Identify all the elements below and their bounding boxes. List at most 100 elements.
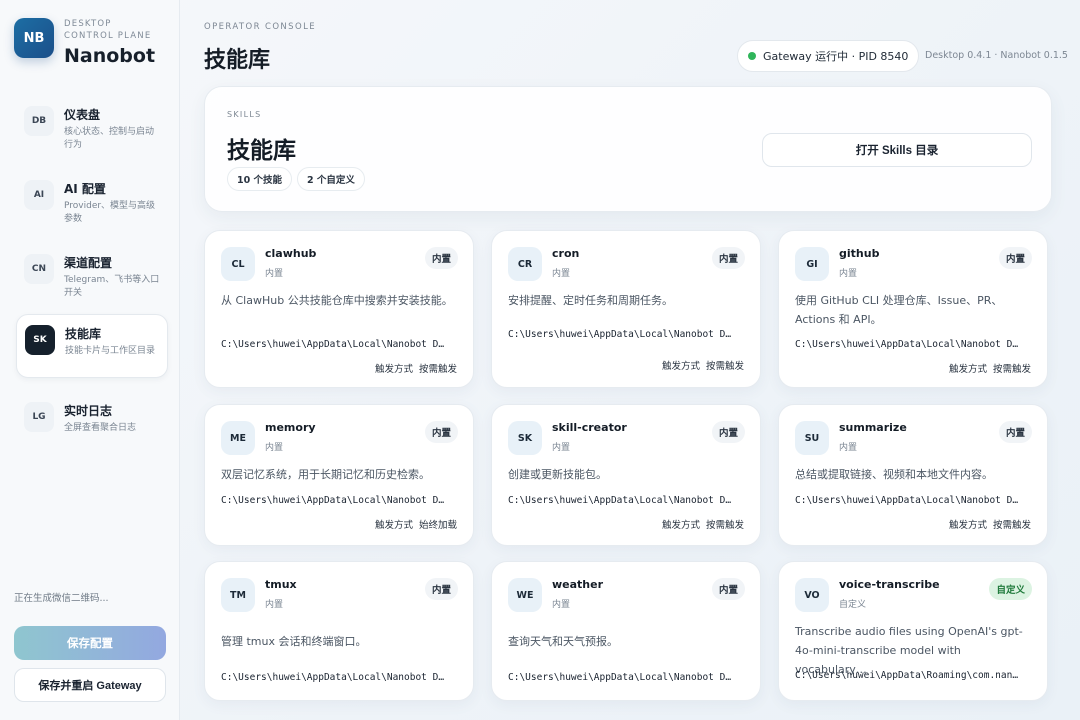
skill-icon: CR (508, 247, 542, 281)
skill-trigger: 触发方式 按需触发 (374, 364, 457, 375)
skill-description: 管理 tmux 会话和终端窗口。 (221, 635, 367, 648)
skill-description: 查询天气和天气预报。 (508, 635, 618, 648)
channel-icon: CN (24, 254, 54, 284)
skill-path: C:\Users\huwei\AppData\Local\Nanobot D… (508, 672, 732, 683)
skill-icon: CL (221, 247, 255, 281)
skill-tag-badge: 内置 (424, 578, 458, 600)
version-text: Desktop 0.4.1 · Nanobot 0.1.5 (925, 50, 1068, 61)
sidebar-item-desc: Telegram、飞书等入口开关 (64, 275, 160, 298)
skill-name: voice-transcribe (839, 578, 940, 591)
skill-description: 使用 GitHub CLI 处理仓库、Issue、PR、Actions 和 AP… (795, 294, 1003, 326)
skill-name: summarize (839, 421, 907, 434)
skill-icon: GI (795, 247, 829, 281)
sidebar-item-desc: 技能卡片与工作区目录 (65, 346, 156, 356)
skill-card-github[interactable]: GI github 内置 内置 使用 GitHub CLI 处理仓库、Issue… (778, 230, 1048, 388)
skill-path: C:\Users\huwei\AppData\Local\Nanobot D… (221, 495, 445, 506)
skill-trigger: 触发方式 按需触发 (948, 520, 1031, 531)
skill-name: cron (552, 247, 580, 260)
brand-subtitle: DESKTOP CONTROL PLANE (64, 19, 152, 41)
skill-icon: SU (795, 421, 829, 455)
skill-tag-badge: 内置 (998, 421, 1032, 443)
skill-name: clawhub (265, 247, 317, 260)
skills-hero-panel: SKILLS 技能库 10 个技能 2 个自定义 打开 Skills 目录 (204, 86, 1052, 212)
hero-title: 技能库 (227, 138, 296, 164)
hero-eyebrow: SKILLS (227, 110, 262, 119)
dashboard-icon: DB (24, 106, 54, 136)
status-dot-icon (748, 52, 756, 60)
skill-card-weather[interactable]: WE weather 内置 内置 查询天气和天气预报。 C:\Users\huw… (491, 561, 761, 701)
skill-tag-badge: 自定义 (989, 578, 1032, 600)
skill-card-cron[interactable]: CR cron 内置 内置 安排提醒、定时任务和周期任务。 C:\Users\h… (491, 230, 761, 388)
skill-trigger: 触发方式 始终加载 (374, 520, 457, 531)
sidebar-item-desc: 全屏查看聚合日志 (64, 423, 137, 433)
skill-source: 内置 (265, 600, 284, 610)
skill-name: skill-creator (552, 421, 627, 434)
skill-name: weather (552, 578, 604, 591)
skill-card-skill-creator[interactable]: SK skill-creator 内置 内置 创建或更新技能包。 C:\User… (491, 404, 761, 546)
skill-name: memory (265, 421, 316, 434)
skill-source: 内置 (839, 443, 858, 453)
skill-icon: ME (221, 421, 255, 455)
sidebar-item-label: 渠道配置 (64, 256, 113, 270)
sidebar-item-skills[interactable]: SK 技能库 技能卡片与工作区目录 (16, 314, 168, 378)
save-config-button[interactable]: 保存配置 (14, 626, 166, 660)
skill-name: github (839, 247, 880, 260)
skill-description: 从 ClawHub 公共技能仓库中搜索并安装技能。 (221, 294, 453, 307)
skill-path: C:\Users\huwei\AppData\Local\Nanobot D… (508, 495, 732, 506)
page-title: 技能库 (204, 48, 271, 73)
skill-trigger: 触发方式 按需触发 (948, 364, 1031, 375)
skill-card-clawhub[interactable]: CL clawhub 内置 内置 从 ClawHub 公共技能仓库中搜索并安装技… (204, 230, 474, 388)
skill-source: 内置 (265, 269, 284, 279)
skill-description: 总结或提取链接、视频和本地文件内容。 (795, 468, 993, 481)
skill-card-tmux[interactable]: TM tmux 内置 内置 管理 tmux 会话和终端窗口。 C:\Users\… (204, 561, 474, 701)
sidebar-item-label: AI 配置 (64, 182, 106, 196)
sidebar-item-label: 仪表盘 (64, 108, 101, 122)
skill-icon: TM (221, 578, 255, 612)
sidebar-item-desc: Provider、模型与高级参数 (64, 201, 156, 224)
skill-source: 内置 (265, 443, 284, 453)
skills-count-chip: 10 个技能 (227, 167, 293, 191)
skill-source: 内置 (552, 269, 571, 279)
skill-trigger: 触发方式 按需触发 (661, 361, 744, 372)
skill-tag-badge: 内置 (424, 421, 458, 443)
skill-trigger: 触发方式 按需触发 (661, 520, 744, 531)
skill-path: C:\Users\huwei\AppData\Local\Nanobot D… (795, 339, 1019, 350)
skill-path: C:\Users\huwei\AppData\Local\Nanobot D… (221, 339, 445, 350)
brand-logo: NB (14, 18, 54, 58)
skill-path: C:\Users\huwei\AppData\Roaming\com.nan… (795, 670, 1019, 681)
sidebar-item-label: 技能库 (65, 327, 102, 341)
sidebar-item-dashboard[interactable]: DB 仪表盘 核心状态、控制与启动行为 (16, 96, 168, 160)
skill-description: 创建或更新技能包。 (508, 468, 607, 481)
skill-description: 安排提醒、定时任务和周期任务。 (508, 294, 673, 307)
skill-icon: WE (508, 578, 542, 612)
skill-icon: SK (508, 421, 542, 455)
skill-path: C:\Users\huwei\AppData\Local\Nanobot D… (795, 495, 1019, 506)
skill-source: 自定义 (839, 600, 867, 610)
ai-icon: AI (24, 180, 54, 210)
skill-tag-badge: 内置 (424, 247, 458, 269)
skill-path: C:\Users\huwei\AppData\Local\Nanobot D… (508, 329, 732, 340)
custom-count-chip: 2 个自定义 (297, 167, 365, 191)
open-skills-dir-button[interactable]: 打开 Skills 目录 (762, 133, 1032, 167)
skill-card-summarize[interactable]: SU summarize 内置 内置 总结或提取链接、视频和本地文件内容。 C:… (778, 404, 1048, 546)
sidebar-item-logs[interactable]: LG 实时日志 全屏查看聚合日志 (16, 392, 168, 456)
save-restart-gateway-button[interactable]: 保存并重启 Gateway (14, 668, 166, 702)
logs-icon: LG (24, 402, 54, 432)
sidebar-item-channels[interactable]: CN 渠道配置 Telegram、飞书等入口开关 (16, 244, 168, 308)
skill-tag-badge: 内置 (711, 247, 745, 269)
skill-tag-badge: 内置 (711, 578, 745, 600)
skill-description: 双层记忆系统，用于长期记忆和历史检索。 (221, 468, 430, 481)
sidebar-item-label: 实时日志 (64, 404, 113, 418)
skill-card-memory[interactable]: ME memory 内置 内置 双层记忆系统，用于长期记忆和历史检索。 C:\U… (204, 404, 474, 546)
skills-icon: SK (25, 325, 55, 355)
skill-source: 内置 (552, 443, 571, 453)
brand-name: Nanobot (64, 45, 156, 67)
skill-card-voice-transcribe[interactable]: VO voice-transcribe 自定义 自定义 Transcribe a… (778, 561, 1048, 701)
skill-name: tmux (265, 578, 297, 591)
gateway-status-badge: Gateway 运行中 · PID 8540 (737, 40, 920, 72)
skill-tag-badge: 内置 (711, 421, 745, 443)
sidebar-status-text: 正在生成微信二维码... (14, 593, 109, 604)
sidebar-item-ai-config[interactable]: AI AI 配置 Provider、模型与高级参数 (16, 170, 168, 234)
sidebar: NB DESKTOP CONTROL PLANE Nanobot DB 仪表盘 … (0, 0, 180, 720)
skill-source: 内置 (552, 600, 571, 610)
